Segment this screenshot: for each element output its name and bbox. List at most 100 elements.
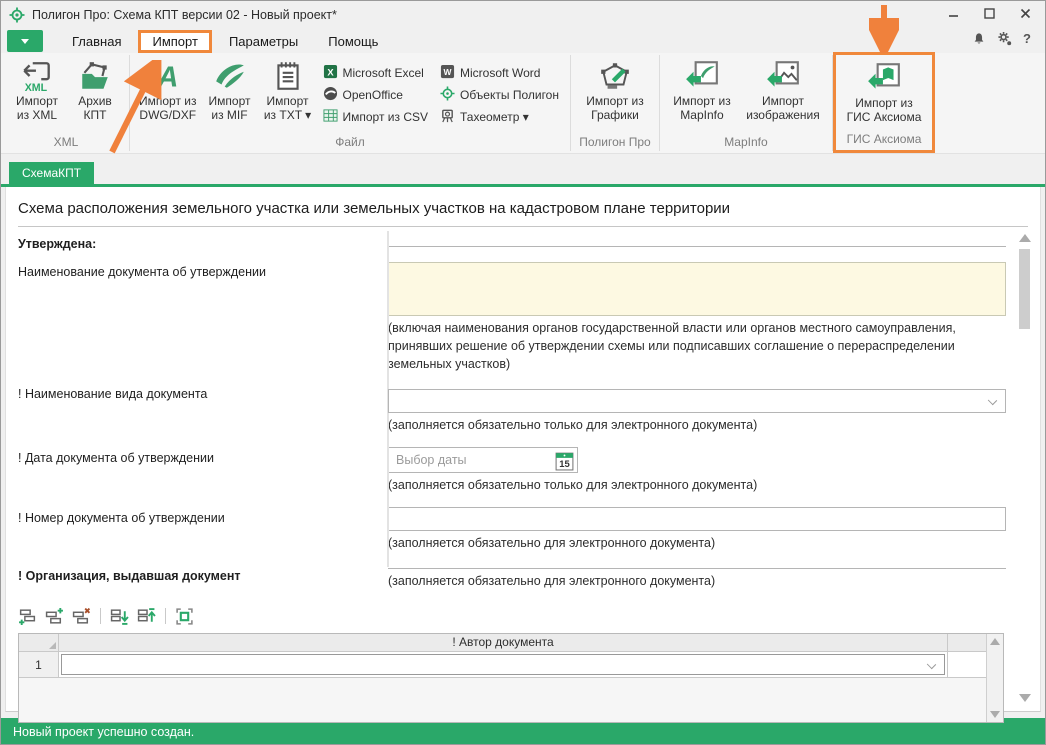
archive-kpt-button[interactable]: Архив КПТ — [66, 56, 124, 122]
row-number-cell[interactable]: 1 — [19, 652, 59, 677]
maximize-button[interactable] — [981, 6, 997, 20]
import-xml-icon: XML — [20, 57, 54, 94]
import-from-xml-button[interactable]: XML Импорт из XML — [8, 56, 66, 122]
group-label-file: Файл — [135, 135, 565, 153]
form-row-doc-type: ! Наименование вида документа (заполняет… — [6, 381, 1040, 435]
import-image-button[interactable]: Импорт изображения — [739, 56, 827, 122]
import-from-graphics-button[interactable]: Импорт из Графики — [576, 56, 654, 122]
field-label: Наименование документа об утверждении — [18, 259, 388, 373]
form-row-doc-date: ! Дата документа об утверждении Выбор да… — [6, 445, 1040, 495]
import-dwg-dxf-button[interactable]: A Импорт из DWG/DXF — [135, 56, 201, 122]
image-import-icon — [765, 57, 801, 94]
scroll-down-arrow-icon[interactable] — [1019, 694, 1031, 702]
author-combobox[interactable] — [61, 654, 945, 675]
archive-kpt-icon — [78, 57, 112, 94]
doc-date-input[interactable]: Выбор даты 15 — [388, 447, 578, 473]
tab-glavnaya[interactable]: Главная — [59, 31, 134, 52]
title-bar: Полигон Про: Схема КПТ версии 02 - Новый… — [1, 1, 1045, 29]
field-hint: (заполняется обязательно для электронног… — [388, 535, 1006, 553]
minimize-button[interactable] — [945, 6, 961, 20]
gis-axioma-import-icon — [866, 59, 902, 96]
notepad-icon — [271, 57, 305, 94]
form-row-approved: Утверждена: — [6, 231, 1040, 251]
group-label-polygon-pro: Полигон Про — [576, 135, 654, 153]
toolbar-separator — [165, 608, 166, 624]
form: Утверждена: Наименование документа об ут… — [6, 227, 1040, 590]
field-label: ! Организация, выдавшая документ — [18, 563, 388, 591]
app-menu-caret-icon — [21, 39, 29, 44]
move-row-up-button[interactable] — [137, 607, 156, 626]
table-row: 1 — [19, 652, 986, 678]
add-row-button[interactable] — [18, 607, 37, 626]
scroll-up-arrow-icon[interactable] — [1019, 234, 1031, 242]
window-title: Полигон Про: Схема КПТ версии 02 - Новый… — [32, 8, 337, 22]
corner-triangle-icon — [49, 642, 56, 649]
ribbon-group-mapinfo: Импорт из MapInfo Импорт изображения — [660, 53, 832, 153]
import-openoffice-button[interactable]: OpenOffice — [323, 86, 429, 104]
import-txt-button[interactable]: Импорт из TXT ▾ — [259, 56, 317, 122]
scroll-down-arrow-icon[interactable] — [990, 711, 1000, 718]
table-header-row: ! Автор документа — [19, 634, 986, 652]
import-csv-button[interactable]: Импорт из CSV — [323, 108, 429, 126]
import-from-mapinfo-button[interactable]: Импорт из MapInfo — [665, 56, 739, 122]
form-row-organization: ! Организация, выдавшая документ (заполн… — [6, 563, 1040, 591]
table-scrollbar[interactable] — [986, 634, 1003, 722]
move-row-down-button[interactable] — [110, 607, 129, 626]
page-title: Схема расположения земельного участка ил… — [18, 187, 1028, 227]
group-label-gis-axioma: ГИС Аксиома — [841, 132, 927, 150]
form-row-doc-name: Наименование документа об утверждении (в… — [6, 259, 1040, 373]
author-cell — [59, 652, 948, 677]
import-tacheometer-button[interactable]: Тахеометр ▾ — [440, 108, 559, 126]
app-menu-button[interactable] — [7, 30, 43, 52]
form-scrollbar[interactable] — [1018, 234, 1031, 702]
approval-doc-name-textarea[interactable] — [388, 262, 1006, 316]
import-polygon-objects-button[interactable]: Объекты Полигон — [440, 86, 559, 104]
scroll-up-arrow-icon[interactable] — [990, 638, 1000, 645]
import-excel-button[interactable]: X Microsoft Excel — [323, 64, 429, 82]
column-header-author[interactable]: ! Автор документа — [59, 634, 948, 651]
mif-swoosh-icon — [213, 57, 247, 94]
table-header-extra-cell — [948, 634, 986, 651]
delete-row-button[interactable] — [72, 607, 91, 626]
tab-import[interactable]: Импорт — [138, 30, 211, 53]
tab-shema-kpt[interactable]: СхемаКПТ — [9, 162, 94, 184]
form-row-doc-number: ! Номер документа об утверждении (заполн… — [6, 505, 1040, 553]
ribbon-group-gis-axioma: Импорт из ГИС Аксиома ГИС Аксиома — [833, 52, 935, 153]
import-from-gis-axioma-button[interactable]: Импорт из ГИС Аксиома — [841, 58, 927, 124]
table-corner-cell[interactable] — [19, 634, 59, 651]
toolbar-separator — [100, 608, 101, 624]
excel-icon: X — [323, 64, 338, 82]
close-button[interactable] — [1017, 6, 1033, 20]
doc-number-input[interactable] — [388, 507, 1006, 531]
svg-text:XML: XML — [25, 81, 48, 92]
svg-text:X: X — [327, 67, 334, 77]
doc-type-combobox[interactable] — [388, 389, 1006, 413]
chevron-down-icon — [988, 396, 997, 405]
expand-table-button[interactable] — [175, 607, 194, 626]
ribbon-group-xml: XML Импорт из XML Ар — [3, 53, 129, 153]
document-tab-strip: СхемаКПТ — [1, 154, 1045, 187]
import-mif-button[interactable]: Импорт из MIF — [201, 56, 259, 122]
calendar-icon[interactable]: 15 — [555, 450, 574, 471]
date-placeholder: Выбор даты — [389, 453, 555, 467]
field-label: ! Номер документа об утверждении — [18, 505, 388, 553]
organization-field[interactable] — [388, 563, 1006, 569]
chevron-down-icon — [927, 660, 936, 669]
svg-text:15: 15 — [559, 458, 570, 469]
table-empty-area — [19, 678, 986, 722]
import-word-button[interactable]: W Microsoft Word — [440, 64, 559, 82]
app-logo-icon — [9, 7, 25, 23]
group-label-xml: XML — [8, 135, 124, 153]
field-hint: (заполняется обязательно только для элек… — [388, 417, 1006, 435]
approved-field[interactable] — [388, 235, 1006, 247]
tab-pomosch[interactable]: Помощь — [315, 31, 391, 52]
author-table-section: ! Автор документа 1 — [18, 604, 1028, 723]
autocad-icon: A — [151, 57, 185, 94]
word-icon: W — [440, 64, 455, 82]
ribbon-tab-strip: Главная Импорт Параметры Помощь — [1, 29, 1045, 53]
openoffice-icon — [323, 86, 338, 104]
tab-parametry[interactable]: Параметры — [216, 31, 311, 52]
scrollbar-thumb[interactable] — [1019, 249, 1030, 329]
group-label-mapinfo: MapInfo — [665, 135, 827, 153]
insert-row-button[interactable] — [45, 607, 64, 626]
